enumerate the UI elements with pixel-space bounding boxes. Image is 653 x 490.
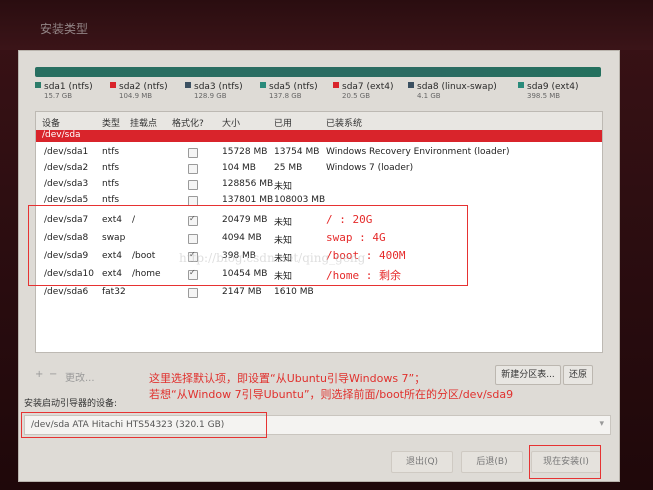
legend-name: sda3 (ntfs): [194, 82, 243, 92]
legend-name: sda5 (ntfs): [269, 82, 318, 92]
remove-partition-button[interactable]: −: [49, 369, 57, 380]
legend-swatch: [333, 82, 339, 88]
legend-swatch: [35, 82, 41, 88]
legend-swatch: [408, 82, 414, 88]
cell-system: Windows Recovery Environment (loader): [326, 147, 510, 157]
legend-swatch: [110, 82, 116, 88]
legend-name: sda2 (ntfs): [119, 82, 168, 92]
cell-used: 1610 MB: [274, 287, 314, 297]
cell-size: 128856 MB: [222, 179, 274, 189]
legend-sda2: sda2 (ntfs) 104.9 MB: [110, 82, 168, 100]
legend-size: 128.9 GB: [194, 92, 227, 100]
cell-type: ntfs: [102, 147, 120, 157]
quit-button[interactable]: 退出(Q): [391, 451, 453, 473]
cell-used: 13754 MB: [274, 147, 320, 157]
cell-device: /dev/sda5: [44, 195, 89, 205]
window-titlebar: 安装类型: [0, 0, 653, 50]
note-line-1: 这里选择默认项，即设置“从Ubuntu引导Windows 7”；: [149, 372, 426, 385]
cell-device: /dev/sda3: [44, 179, 89, 189]
cell-size: 137801 MB: [222, 195, 274, 205]
header-device: 设备: [42, 119, 61, 129]
disk-label: /dev/sda: [42, 130, 81, 140]
installer-window: sda1 (ntfs) 15.7 GB sda2 (ntfs) 104.9 MB…: [18, 50, 620, 482]
bootloader-label: 安装启动引导器的设备:: [24, 399, 118, 409]
partition-table: 设备 类型 挂载点 格式化? 大小 已用 已装系统 /dev/sda /dev/…: [28, 111, 603, 353]
disk-usage-bar: [35, 67, 601, 77]
cell-system: Windows 7 (loader): [326, 163, 414, 173]
back-button[interactable]: 后退(B): [461, 451, 523, 473]
legend-size: 137.8 GB: [269, 92, 302, 100]
format-checkbox[interactable]: [188, 288, 198, 298]
header-type: 类型: [102, 119, 121, 129]
header-size: 大小: [222, 119, 241, 129]
cell-size: 104 MB: [222, 163, 256, 173]
window-title: 安装类型: [40, 22, 89, 36]
cell-type: ntfs: [102, 163, 120, 173]
legend-swatch: [518, 82, 524, 88]
cell-size: 2147 MB: [222, 287, 262, 297]
legend-size: 15.7 GB: [44, 92, 73, 100]
cell-used: 未知: [274, 182, 293, 192]
cell-device: /dev/sda2: [44, 163, 89, 173]
cell-device: /dev/sda6: [44, 287, 89, 297]
cell-type: ntfs: [102, 195, 120, 205]
note-line-2: 若想“从Window 7引导Ubuntu”，则选择前面/boot所在的分区/de…: [149, 388, 514, 401]
legend-sda7: sda7 (ext4) 20.5 GB: [333, 82, 394, 100]
annotation-red-box-boot: [21, 412, 267, 438]
table-row[interactable]: /dev/sda6 fat32 2147 MB 1610 MB: [36, 284, 602, 301]
cell-used: 25 MB: [274, 163, 303, 173]
table-row[interactable]: /dev/sda2 ntfs 104 MB 25 MB Windows 7 (l…: [36, 160, 602, 177]
annotation-red-box: [28, 205, 468, 286]
format-checkbox[interactable]: [188, 180, 198, 190]
legend-swatch: [185, 82, 191, 88]
legend-sda1: sda1 (ntfs) 15.7 GB: [35, 82, 93, 100]
chevron-down-icon: ▾: [599, 419, 604, 429]
cell-type: ntfs: [102, 179, 120, 189]
legend-sda3: sda3 (ntfs) 128.9 GB: [185, 82, 243, 100]
legend-name: sda9 (ext4): [527, 82, 579, 92]
annotation-line-swap: swap : 4G: [326, 231, 386, 244]
table-row[interactable]: /dev/sda3 ntfs 128856 MB 未知: [36, 176, 602, 193]
legend-sda8: sda8 (linux-swap) 4.1 GB: [408, 82, 497, 100]
legend-name: sda7 (ext4): [342, 82, 394, 92]
format-checkbox[interactable]: [188, 148, 198, 158]
change-partition-button[interactable]: 更改...: [65, 369, 95, 384]
annotation-red-box-install: [529, 445, 601, 479]
table-row[interactable]: /dev/sda1 ntfs 15728 MB 13754 MB Windows…: [36, 144, 602, 161]
legend-name: sda8 (linux-swap): [417, 82, 497, 92]
legend-swatch: [260, 82, 266, 88]
partition-legend: sda1 (ntfs) 15.7 GB sda2 (ntfs) 104.9 MB…: [35, 82, 601, 104]
header-format: 格式化?: [172, 119, 204, 129]
cell-size: 15728 MB: [222, 147, 268, 157]
disk-row-selected[interactable]: /dev/sda: [36, 130, 602, 142]
annotation-line-home: /home : 剩余: [326, 269, 401, 282]
legend-name: sda1 (ntfs): [44, 82, 93, 92]
legend-size: 20.5 GB: [342, 92, 371, 100]
legend-size: 398.5 MB: [527, 92, 561, 100]
table-header: 设备 类型 挂载点 格式化? 大小 已用 已装系统: [36, 112, 602, 131]
format-checkbox[interactable]: [188, 164, 198, 174]
legend-size: 4.1 GB: [417, 92, 441, 100]
annotation-note: 这里选择默认项，即设置“从Ubuntu引导Windows 7”； 若想“从Win…: [149, 371, 619, 403]
header-mount: 挂载点: [130, 119, 158, 129]
cell-used: 108003 MB: [274, 195, 326, 205]
cell-type: fat32: [102, 287, 126, 297]
watermark: http://blog.csdn.net/qing_geng: [179, 251, 366, 265]
cell-device: /dev/sda1: [44, 147, 89, 157]
legend-sda5: sda5 (ntfs) 137.8 GB: [260, 82, 318, 100]
legend-sda9: sda9 (ext4) 398.5 MB: [518, 82, 579, 100]
annotation-line-root: / : 20G: [326, 213, 373, 226]
legend-size: 104.9 MB: [119, 92, 153, 100]
add-partition-button[interactable]: +: [35, 369, 43, 380]
header-used: 已用: [274, 119, 293, 129]
header-system: 已装系统: [326, 119, 363, 129]
